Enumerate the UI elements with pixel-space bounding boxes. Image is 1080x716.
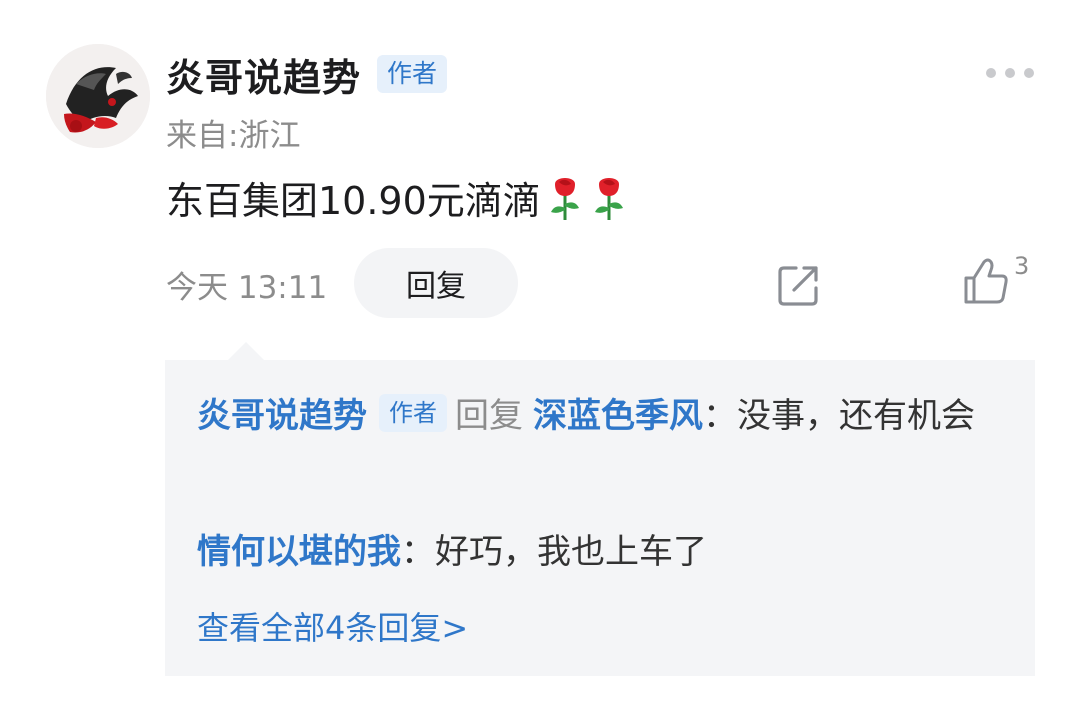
reply-item[interactable]: 炎哥说趋势 作者 回复 深蓝色季风：没事，还有机会 [197,386,1007,446]
reply-to-user[interactable]: 深蓝色季风 [533,396,703,436]
rose-emoji-icon [550,177,579,220]
reply-author-badge: 作者 [379,394,447,432]
post-text: 东百集团10.90元滴滴 [166,179,541,223]
replies-caret [228,342,264,360]
post-content: 东百集团10.90元滴滴 [166,170,629,225]
share-icon[interactable] [776,262,822,308]
like-button[interactable]: 3 [962,252,1034,308]
reply-text: ：没事，还有机会 [703,396,975,436]
avatar[interactable] [46,44,150,148]
reply-item[interactable]: 情何以堪的我：好巧，我也上车了 [197,522,707,582]
more-icon[interactable] [986,62,1034,84]
post-time: 今天 13:11 [166,270,328,306]
like-count: 3 [1014,252,1030,280]
reply-author[interactable]: 情何以堪的我 [197,532,401,572]
rose-emoji-icon [594,177,623,220]
reply-word: 回复 [455,396,523,436]
like-icon [964,258,1008,304]
reply-button[interactable]: 回复 [354,248,518,318]
location-text: 来自:浙江 [166,118,301,154]
replies-box: 炎哥说趋势 作者 回复 深蓝色季风：没事，还有机会 情何以堪的我：好巧，我也上车了 查… [165,360,1035,676]
reply-text: ：好巧，我也上车了 [401,532,707,572]
reply-author[interactable]: 炎哥说趋势 [197,396,367,436]
view-all-replies-link[interactable]: 查看全部4条回复> [197,600,468,656]
avatar-image [46,44,150,148]
author-name[interactable]: 炎哥说趋势 [166,47,361,102]
author-badge: 作者 [377,55,448,93]
author-row: 炎哥说趋势 作者 [166,46,448,102]
